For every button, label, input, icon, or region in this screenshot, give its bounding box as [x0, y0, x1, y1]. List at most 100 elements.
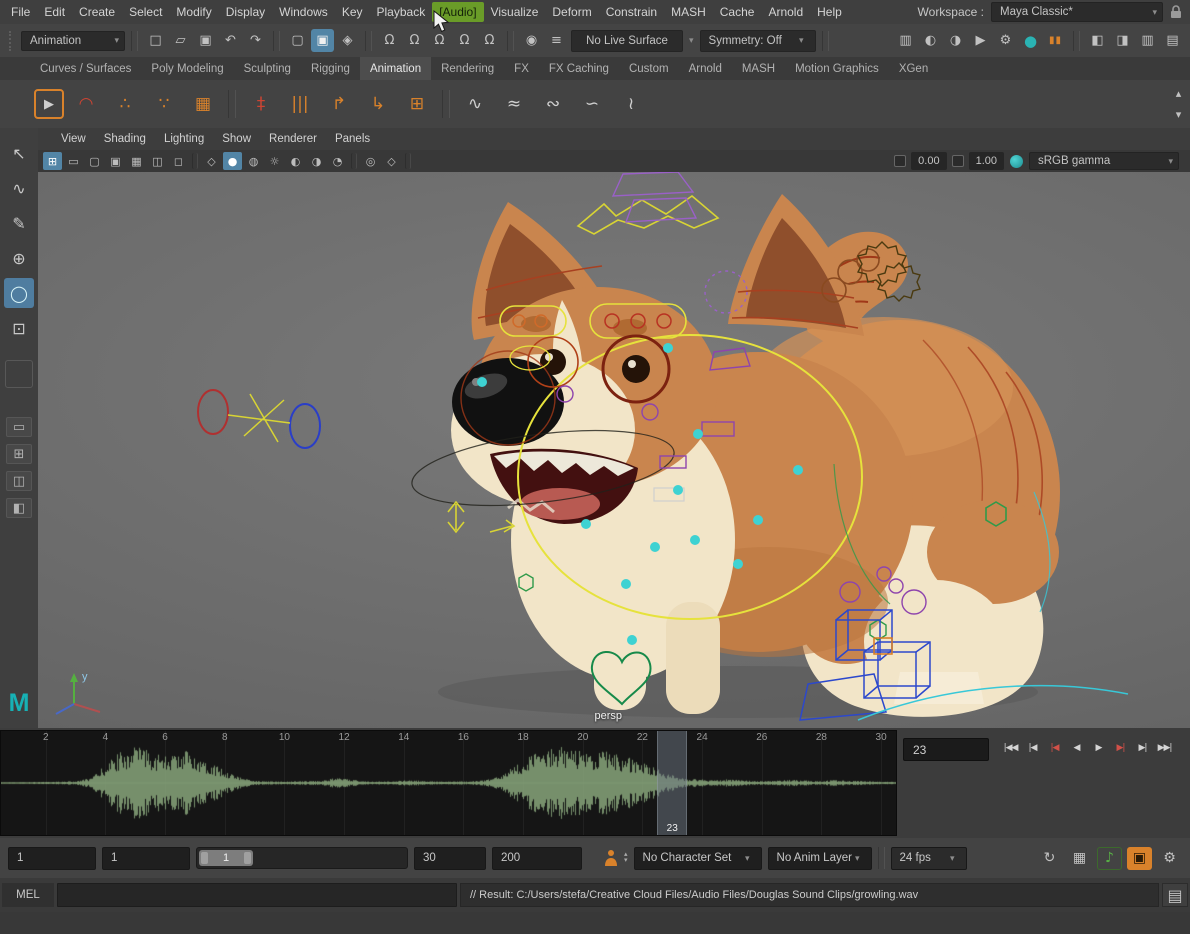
- rig-head-arrow[interactable]: [578, 196, 718, 234]
- anim-layer-selector[interactable]: No Anim Layer ▾: [768, 847, 872, 870]
- grid-toggle-icon[interactable]: ⊞: [43, 152, 62, 170]
- menu-key[interactable]: Key: [335, 2, 370, 22]
- range-slider-handle[interactable]: 1: [199, 850, 253, 866]
- gate-mask-icon[interactable]: ▣: [106, 152, 125, 170]
- menu-display[interactable]: Display: [219, 2, 272, 22]
- motion-path-key-icon[interactable]: ∾: [536, 87, 570, 121]
- menu-playback[interactable]: Playback: [370, 2, 433, 22]
- exposure-field[interactable]: 0.00: [911, 152, 946, 170]
- xray-toggle-icon[interactable]: ◇: [382, 152, 401, 170]
- tab-sculpting[interactable]: Sculpting: [234, 57, 301, 80]
- editable-motion-trail-icon[interactable]: ∽: [575, 87, 609, 121]
- audio-toggle-icon[interactable]: ♪: [1097, 847, 1122, 870]
- timeline-tick-4[interactable]: 4: [103, 732, 109, 743]
- step-forward-frame-button[interactable]: ▶|: [1132, 737, 1153, 759]
- exposure-toggle-icon[interactable]: [894, 155, 906, 167]
- modeling-toolkit-toggle-icon[interactable]: ▤: [1161, 29, 1184, 52]
- vp-menu-lighting[interactable]: Lighting: [155, 131, 213, 147]
- add-inbetween-icon[interactable]: ↱: [322, 87, 356, 121]
- channel-box-toggle-icon[interactable]: ▥: [1136, 29, 1159, 52]
- ghost-frames-icon[interactable]: ∵: [147, 87, 181, 121]
- wireframe-mode-icon[interactable]: ◇: [202, 152, 221, 170]
- tab-xgen[interactable]: XGen: [889, 57, 938, 80]
- menu-windows[interactable]: Windows: [272, 2, 335, 22]
- menu-mash[interactable]: MASH: [664, 2, 713, 22]
- command-language-toggle[interactable]: MEL: [2, 883, 54, 907]
- color-management-icon[interactable]: [1010, 155, 1023, 168]
- timeline-tick-2[interactable]: 2: [43, 732, 49, 743]
- shelf-divider[interactable]: [228, 90, 236, 118]
- euler-filter-icon[interactable]: ≀: [614, 87, 648, 121]
- timeline-tick-8[interactable]: 8: [222, 732, 228, 743]
- vp-menu-panels[interactable]: Panels: [326, 131, 379, 147]
- scale-tool-icon[interactable]: ⊡: [4, 313, 34, 343]
- chevron-down-icon[interactable]: ▾: [686, 35, 697, 46]
- use-all-lights-icon[interactable]: ☼: [265, 152, 284, 170]
- toolbar-divider[interactable]: [822, 31, 829, 51]
- tab-curves-surfaces[interactable]: Curves / Surfaces: [30, 57, 141, 80]
- select-component-mode-icon[interactable]: ◈: [336, 29, 359, 52]
- vp-divider[interactable]: [405, 153, 411, 169]
- tab-rendering[interactable]: Rendering: [431, 57, 504, 80]
- safe-title-icon[interactable]: ◻: [169, 152, 188, 170]
- snap-to-projected-center-icon[interactable]: Ω: [453, 29, 476, 52]
- isolate-select-icon[interactable]: ◎: [361, 152, 380, 170]
- vp-menu-show[interactable]: Show: [213, 131, 260, 147]
- current-frame-indicator[interactable]: 23: [657, 731, 687, 835]
- render-current-frame-icon[interactable]: ◐: [919, 29, 942, 52]
- corgi-model[interactable]: [451, 194, 1060, 717]
- menu-create[interactable]: Create: [72, 2, 122, 22]
- snap-to-grids-icon[interactable]: Ω: [378, 29, 401, 52]
- script-editor-icon[interactable]: ▤: [1162, 883, 1188, 907]
- timeline[interactable]: 24681012141618202224262830 23: [0, 730, 897, 836]
- render-settings-icon[interactable]: ⚙: [994, 29, 1017, 52]
- tab-fx[interactable]: FX: [504, 57, 539, 80]
- viewport-renderer-icon[interactable]: ●: [1019, 29, 1042, 52]
- step-forward-key-button[interactable]: ▶|: [1110, 737, 1131, 759]
- fps-selector[interactable]: 24 fps ▾: [891, 847, 967, 870]
- gamma-toggle-icon[interactable]: [952, 155, 964, 167]
- timeline-tick-28[interactable]: 28: [816, 732, 827, 743]
- ghost-icon[interactable]: ∴: [108, 87, 142, 121]
- viewport-3d-canvas[interactable]: y persp: [38, 172, 1190, 728]
- set-driven-key-icon[interactable]: ∿: [458, 87, 492, 121]
- menu-select[interactable]: Select: [122, 2, 169, 22]
- new-scene-icon[interactable]: □: [144, 29, 167, 52]
- menu-help[interactable]: Help: [810, 2, 849, 22]
- shelf-scroll-up-icon[interactable]: ▴: [1169, 84, 1188, 103]
- make-live-icon[interactable]: ◉: [520, 29, 543, 52]
- remove-inbetween-icon[interactable]: ↳: [361, 87, 395, 121]
- character-set-selector[interactable]: No Character Set ▾: [634, 847, 762, 870]
- tab-rigging[interactable]: Rigging: [301, 57, 360, 80]
- rig-left-control[interactable]: [198, 390, 320, 448]
- select-object-mode-icon[interactable]: ▣: [311, 29, 334, 52]
- timeline-tick-10[interactable]: 10: [279, 732, 290, 743]
- set-key-options-icon[interactable]: |||: [283, 87, 317, 121]
- command-input[interactable]: [57, 883, 457, 907]
- tool-settings-toggle-icon[interactable]: ◨: [1111, 29, 1134, 52]
- select-tool-icon[interactable]: ↖: [4, 138, 34, 168]
- attribute-editor-toggle-icon[interactable]: ◧: [1086, 29, 1109, 52]
- vp-menu-view[interactable]: View: [52, 131, 95, 147]
- workspace-selector[interactable]: Maya Classic* ▾: [991, 2, 1163, 22]
- playback-end-field[interactable]: 30: [414, 847, 486, 870]
- timeline-tick-18[interactable]: 18: [518, 732, 529, 743]
- screen-space-ao-icon[interactable]: ◑: [307, 152, 326, 170]
- symmetry-selector[interactable]: Symmetry: Off ▾: [700, 30, 816, 52]
- paint-select-tool-icon[interactable]: ✎: [4, 208, 34, 238]
- animation-preferences-icon[interactable]: ⚙: [1157, 847, 1182, 870]
- set-key-icon[interactable]: ‡: [244, 87, 278, 121]
- tab-custom[interactable]: Custom: [619, 57, 679, 80]
- timeline-tick-6[interactable]: 6: [162, 732, 168, 743]
- redo-icon[interactable]: ↷: [244, 29, 267, 52]
- vp-menu-shading[interactable]: Shading: [95, 131, 155, 147]
- dope-sheet-icon[interactable]: ▦: [186, 87, 220, 121]
- field-chart-icon[interactable]: ▦: [127, 152, 146, 170]
- snap-to-view-planes-icon[interactable]: Ω: [478, 29, 501, 52]
- vp-menu-renderer[interactable]: Renderer: [260, 131, 326, 147]
- snap-to-curves-icon[interactable]: Ω: [403, 29, 426, 52]
- rig-jaw-arrow[interactable]: [448, 502, 464, 532]
- four-pane-layout-icon[interactable]: ⊞: [6, 444, 32, 464]
- paste-keys-icon[interactable]: ⊞: [400, 87, 434, 121]
- range-slider-track[interactable]: 1: [196, 847, 408, 869]
